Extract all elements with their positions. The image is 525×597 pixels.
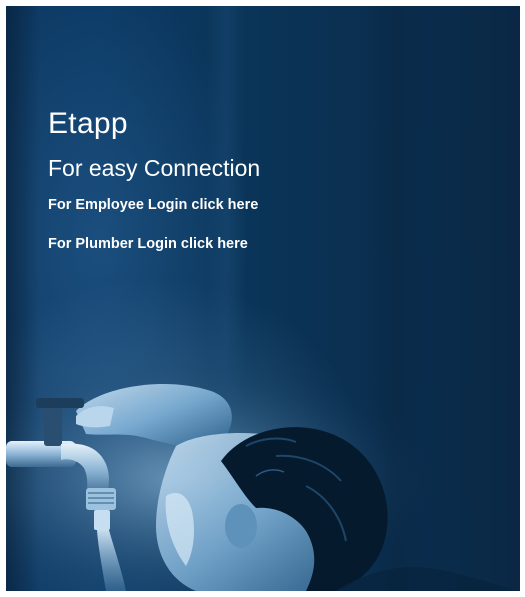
- tagline: For easy Connection: [48, 155, 261, 181]
- hero-panel: Etapp For easy Connection For Employee L…: [6, 6, 520, 591]
- plumber-login-link[interactable]: For Plumber Login click here: [48, 235, 260, 253]
- employee-login-link[interactable]: For Employee Login click here: [48, 196, 260, 214]
- page-frame: Etapp For easy Connection For Employee L…: [0, 0, 525, 597]
- app-title: Etapp: [48, 107, 128, 140]
- child-drinking-from-tap-image: [6, 346, 520, 591]
- hero-text-block: Etapp For easy Connection For Employee L…: [48, 106, 260, 253]
